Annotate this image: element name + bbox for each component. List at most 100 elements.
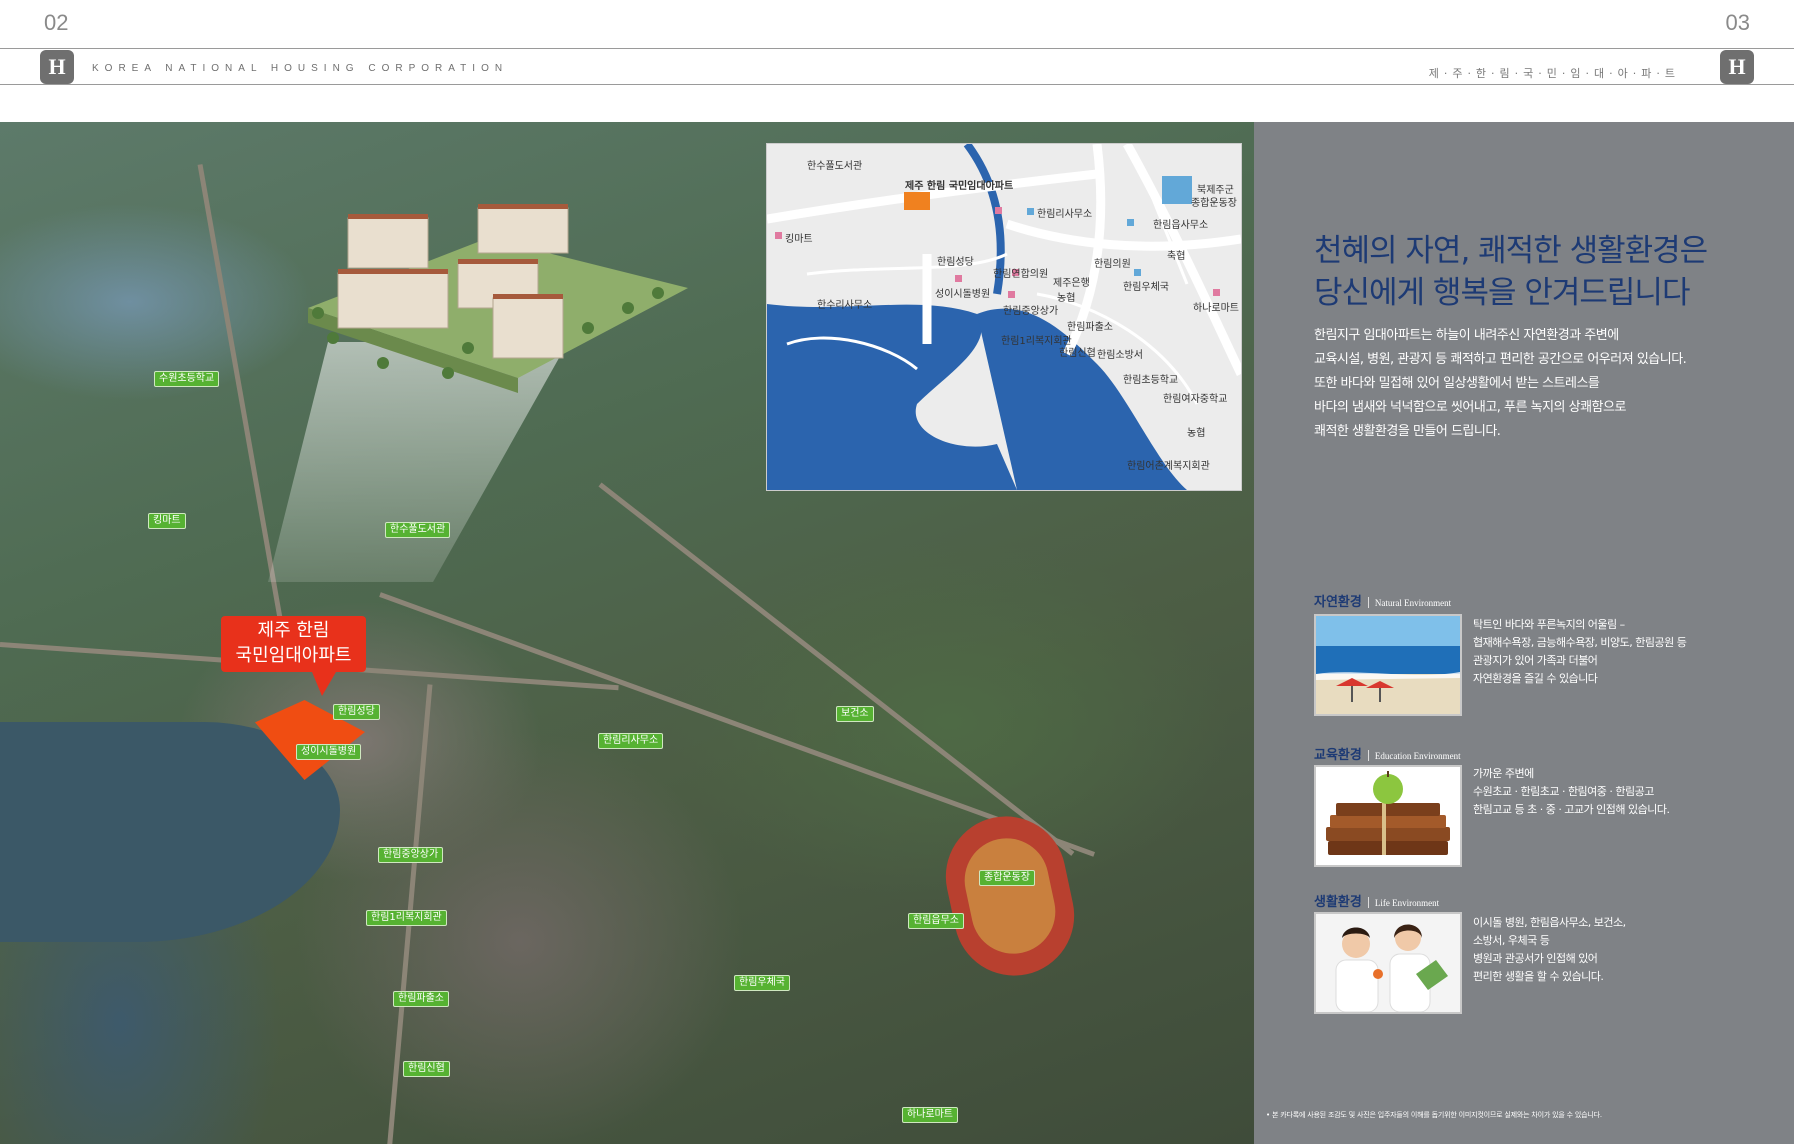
section-divider (1367, 750, 1369, 761)
site-callout-line1: 제주 한림 (257, 620, 330, 641)
section-line: 가까운 주변에 (1473, 767, 1534, 780)
map-label-credit: 한림신협 (1059, 348, 1096, 359)
map-label-police: 한림파출소 (1067, 322, 1113, 333)
label-hallim-office: 한림리사무소 (598, 733, 664, 749)
map-label-hanaro: 하나로마트 (1193, 303, 1239, 314)
site-callout-line2: 국민임대아파트 (235, 645, 352, 666)
label-post-office: 한림우체국 (734, 975, 790, 991)
section-line: 탁트인 바다와 푸른녹지의 어울림 – (1473, 618, 1625, 631)
map-label-site: 제주 한림 국민임대아파트 (905, 181, 1014, 192)
section-life-heading: 생활환경 (1314, 895, 1362, 910)
section-divider (1367, 897, 1369, 908)
map-label-arcade: 한림중앙상가 (1003, 306, 1059, 317)
map-label-jeju-bank: 제주은행 (1053, 278, 1090, 289)
map-label-hallim-clinic: 한림의원 (1094, 259, 1131, 270)
corporation-logo-right: H (1720, 50, 1754, 84)
section-education-title: 교육환경 Education Environment (1314, 744, 1461, 763)
map-label-nonghyup-2: 농협 (1057, 293, 1076, 304)
section-line: 병원과 관공서가 인접해 있어 (1473, 952, 1598, 965)
map-label-fishing-village: 한림어촌계복지회관 (1127, 461, 1210, 472)
section-life-text: 이시돌 병원, 한림읍사무소, 보건소, 소방서, 우체국 등 병원과 관공서가… (1473, 914, 1733, 986)
map-label-girls-middle: 한림여자중학교 (1163, 394, 1228, 405)
intro-line: 바다의 냄새와 넉넉함으로 씻어내고, 푸른 녹지의 상쾌함으로 (1314, 400, 1626, 415)
map-marker-arcade (1008, 291, 1015, 298)
map-label-nonghyup-1: 축협 (1167, 251, 1186, 262)
section-education-heading: 교육환경 (1314, 748, 1362, 763)
map-marker-church (995, 207, 1002, 214)
map-label-king-mart: 킹마트 (785, 234, 813, 245)
section-line: 소방서, 우체국 등 (1473, 934, 1550, 947)
road (379, 592, 1096, 857)
label-town-office: 한림읍무소 (908, 913, 964, 929)
intro-line: 또한 바다와 밀접해 있어 일상생활에서 받는 스트레스를 (1314, 376, 1600, 391)
page-number-right: 03 (1725, 10, 1750, 35)
map-marker-post (1134, 269, 1141, 276)
couple-image (1335, 924, 1448, 1012)
road (598, 482, 1075, 856)
site-callout-tail (312, 672, 336, 696)
map-label-hansu-library: 한수풀도서관 (807, 161, 863, 172)
intro-line: 쾌적한 생활환경을 만들어 드립니다. (1314, 424, 1501, 439)
map-label-isidore: 성이시돌병원 (935, 289, 991, 300)
label-police-box: 한림파출소 (393, 991, 449, 1007)
intro-text: 한림지구 임대아파트는 하늘이 내려주신 자연환경과 주변에 교육시설, 병원,… (1314, 324, 1734, 444)
map-label-hansu-ri: 한수리사무소 (817, 300, 873, 311)
header-rule-bottom (0, 84, 1794, 85)
section-divider (1367, 597, 1369, 608)
corporation-logo-left: H (40, 50, 74, 84)
section-line: 이시돌 병원, 한림읍사무소, 보건소, (1473, 916, 1626, 929)
map-marker-hanaro (1213, 289, 1220, 296)
headline-line2: 당신에게 행복을 안겨드립니다 (1314, 275, 1690, 311)
location-map: 한수풀도서관 제주 한림 국민임대아파트 북제주군 종합운동장 킹마트 한림리사… (766, 143, 1242, 491)
books-photo (1314, 765, 1462, 867)
section-natural-title: 자연환경 Natural Environment (1314, 591, 1451, 610)
section-education-subtitle: Education Environment (1374, 751, 1461, 761)
map-label-north-jeju-stadium-2: 종합운동장 (1191, 198, 1237, 209)
brand-title: 제·주·한·림·국·민·임·대·아·파·트 (1428, 67, 1680, 80)
map-label-post: 한림우체국 (1123, 282, 1169, 293)
site-callout: 제주 한림 국민임대아파트 (221, 616, 366, 672)
map-label-hallim-ri-office: 한림리사무소 (1037, 209, 1093, 220)
section-line: 수원초교 · 한림초교 · 한림여중 · 한림공고 (1473, 785, 1654, 798)
map-label-fire: 한림소방서 (1097, 350, 1143, 361)
map-marker-eup-office (1127, 219, 1134, 226)
intro-line: 한림지구 임대아파트는 하늘이 내려주신 자연환경과 주변에 (1314, 328, 1619, 343)
section-line: 한림고교 등 초 · 중 · 고교가 인접해 있습니다. (1473, 803, 1670, 816)
label-health-center: 보건소 (836, 706, 874, 722)
headline-line1: 천혜의 자연, 쾌적한 생활환경은 (1314, 233, 1708, 269)
apartment-rendering (308, 204, 688, 393)
label-hallim-credit: 한림신협 (403, 1061, 450, 1077)
map-label-elementary: 한림초등학교 (1123, 375, 1179, 386)
couple-photo (1314, 912, 1462, 1014)
header-rule-top (0, 48, 1794, 49)
label-hanaro-mart: 하나로마트 (902, 1107, 958, 1123)
map-label-nonghyup-3: 농협 (1187, 428, 1206, 439)
map-label-hallim-union: 한림연합의원 (993, 269, 1049, 280)
stadium-track (934, 805, 1086, 987)
headline: 천혜의 자연, 쾌적한 생활환경은 당신에게 행복을 안겨드립니다 (1314, 230, 1784, 314)
label-hallim-arcade: 한림중앙상가 (378, 847, 444, 863)
section-education-text: 가까운 주변에 수원초교 · 한림초교 · 한림여중 · 한림공고 한림고교 등… (1473, 765, 1733, 819)
map-marker-ri-office (1027, 208, 1034, 215)
page-number-left: 02 (44, 10, 69, 35)
books-apple-image (1326, 771, 1450, 855)
map-marker-stadium (1162, 176, 1192, 204)
map-marker-king-mart (775, 232, 782, 239)
section-natural-heading: 자연환경 (1314, 595, 1362, 610)
map-site-marker (904, 192, 930, 210)
section-line: 편리한 생활을 할 수 있습니다. (1473, 970, 1604, 983)
label-hansu-library: 한수풀도서관 (385, 522, 451, 538)
info-panel: 천혜의 자연, 쾌적한 생활환경은 당신에게 행복을 안겨드립니다 한림지구 임… (1254, 122, 1794, 1144)
label-isidore-hospital: 성이시돌병원 (296, 744, 362, 760)
section-line: 자연환경을 즐길 수 있습니다 (1473, 672, 1598, 685)
stadium-field (956, 830, 1064, 962)
label-hallim-church: 한림성당 (333, 704, 380, 720)
label-king-mart: 킹마트 (148, 513, 186, 529)
section-natural-text: 탁트인 바다와 푸른녹지의 어울림 – 협재해수욕장, 금능해수욕장, 비양도,… (1473, 616, 1733, 688)
intro-line: 교육시설, 병원, 관광지 등 쾌적하고 편리한 공간으로 어우러져 있습니다. (1314, 352, 1687, 367)
section-line: 관광지가 있어 가족과 더불어 (1473, 654, 1598, 667)
section-life-title: 생활환경 Life Environment (1314, 891, 1439, 910)
beach-photo (1314, 614, 1462, 716)
section-life-subtitle: Life Environment (1374, 898, 1440, 908)
section-line: 협재해수욕장, 금능해수욕장, 비양도, 한림공원 등 (1473, 636, 1687, 649)
